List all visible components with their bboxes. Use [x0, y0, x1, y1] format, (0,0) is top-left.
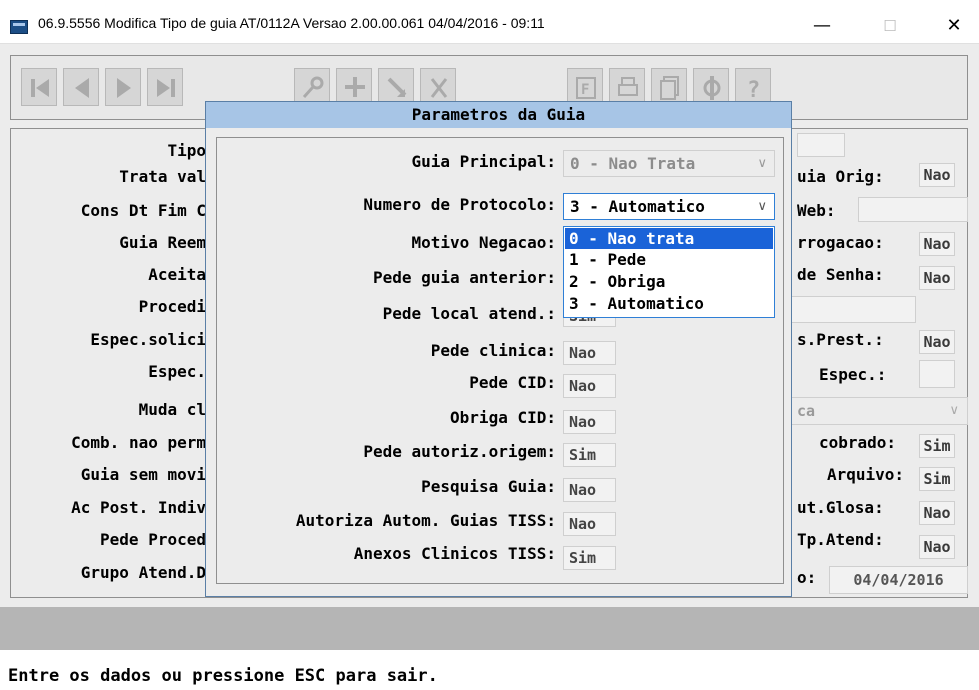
value-pede-autoriz-origem[interactable]: Sim	[563, 443, 616, 467]
value-obriga-cid[interactable]: Nao	[563, 410, 616, 434]
guia-principal-combo[interactable]: 0 - Nao Trata ∨	[563, 150, 775, 177]
label-obriga-cid: Obriga CID:	[450, 408, 556, 427]
bg-label-trata-val: Trata val	[119, 167, 206, 186]
bg-label-arquivo: Arquivo:	[827, 465, 905, 484]
label-numero-protocolo: Numero de Protocolo:	[363, 195, 556, 214]
dropdown-option-automatico[interactable]: 3 - Automatico	[565, 293, 773, 314]
dropdown-option-pede[interactable]: 1 - Pede	[565, 249, 773, 270]
bg-label-web: Web:	[797, 201, 836, 220]
bg-label-procedi: Procedi	[138, 297, 206, 316]
bg-field-web[interactable]	[858, 197, 968, 222]
label-autoriza-autom-guias-tiss: Autoriza Autom. Guias TISS:	[295, 511, 556, 530]
chevron-down-icon: ∨	[949, 403, 959, 418]
value-anexos-clinicos-tiss[interactable]: Sim	[563, 546, 616, 570]
bg-value-tp-atend[interactable]: Nao	[919, 535, 955, 559]
svg-text:F: F	[581, 82, 589, 98]
previous-record-icon[interactable]	[63, 68, 99, 106]
bg-label-pede-proced: Pede Proced	[100, 530, 206, 549]
chevron-down-icon: ∨	[757, 156, 767, 171]
next-record-icon[interactable]	[105, 68, 141, 106]
label-pede-clinica: Pede clinica:	[430, 341, 556, 360]
label-pede-guia-anterior: Pede guia anterior:	[372, 268, 556, 287]
message-band	[0, 607, 979, 650]
label-guia-principal: Guia Principal:	[411, 152, 557, 171]
status-message: Entre os dados ou pressione ESC para sai…	[8, 666, 438, 686]
dropdown-option-nao-trata[interactable]: 0 - Nao trata	[565, 228, 773, 249]
bg-label-cobrado: cobrado:	[819, 433, 897, 452]
bg-value-cobrado[interactable]: Sim	[919, 434, 955, 458]
bg-label-tipo: Tipo	[167, 141, 206, 160]
svg-text:?: ?	[747, 78, 760, 103]
bg-value-data[interactable]: 04/04/2016	[829, 566, 968, 594]
maximize-button[interactable]: ☐	[867, 8, 913, 44]
bg-label-aceita: Aceita	[148, 265, 206, 284]
bg-label-comb-nao-perm: Comb. nao perm	[71, 433, 206, 452]
close-button[interactable]: ✕	[931, 8, 977, 44]
bg-value-s-prest[interactable]: Nao	[919, 330, 955, 354]
label-motivo-negacao: Motivo Negacao:	[411, 233, 557, 252]
bg-label-espec-right: Espec.:	[819, 365, 887, 384]
bg-value-aut-glosa[interactable]: Nao	[919, 501, 955, 525]
label-anexos-clinicos-tiss: Anexos Clinicos TISS:	[353, 544, 556, 563]
bg-label-guia-sem-movi: Guia sem movi	[80, 465, 206, 484]
bg-label-tp-atend: Tp.Atend:	[797, 530, 884, 549]
bg-label-senha: de Senha:	[797, 265, 884, 284]
bg-value-arquivo[interactable]: Sim	[919, 467, 955, 491]
bg-label-espec: Espec.	[148, 362, 206, 381]
bg-label-guia-reem: Guia Reem	[119, 233, 206, 252]
bg-field-top-right[interactable]	[797, 133, 845, 157]
bg-label-espec-solici: Espec.solici	[90, 330, 206, 349]
value-pede-cid[interactable]: Nao	[563, 374, 616, 398]
bg-label-cons-dt-fim: Cons Dt Fim C	[80, 201, 206, 220]
window-title: 06.9.5556 Modifica Tipo de guia AT/0112A…	[38, 15, 545, 31]
minimize-button[interactable]: —	[799, 8, 845, 44]
numero-protocolo-combo[interactable]: 3 - Automatico ∨	[563, 193, 775, 220]
bg-label-muda-cl: Muda cl	[138, 400, 206, 419]
bg-value-prorrogacao[interactable]: Nao	[919, 232, 955, 256]
label-pede-local-atend: Pede local atend.:	[382, 304, 556, 323]
label-pede-cid: Pede CID:	[469, 373, 556, 392]
numero-protocolo-dropdown: 0 - Nao trata 1 - Pede 2 - Obriga 3 - Au…	[563, 226, 775, 318]
bg-value-espec-right[interactable]	[919, 360, 955, 388]
bg-label-aut-glosa: ut.Glosa:	[797, 498, 884, 517]
bg-combo-partial[interactable]: ca ∨	[776, 397, 968, 425]
bg-label-prorrogacao: rrogacao:	[797, 233, 884, 252]
chevron-down-icon: ∨	[757, 199, 767, 214]
guia-principal-value: 0 - Nao Trata	[570, 154, 696, 173]
bg-label-ac-post-indiv: Ac Post. Indiv	[71, 498, 206, 517]
bg-field-procedimento[interactable]	[776, 296, 916, 323]
label-pesquisa-guia: Pesquisa Guia:	[421, 477, 556, 496]
value-pesquisa-guia[interactable]: Nao	[563, 478, 616, 502]
dropdown-option-obriga[interactable]: 2 - Obriga	[565, 271, 773, 292]
label-pede-autoriz-origem: Pede autoriz.origem:	[363, 442, 556, 461]
bg-label-grupo-atend: Grupo Atend.D	[80, 563, 206, 582]
last-record-icon[interactable]	[147, 68, 183, 106]
bg-label-guia-orig: uia Orig:	[797, 167, 884, 186]
value-autoriza-autom-guias-tiss[interactable]: Nao	[563, 512, 616, 536]
numero-protocolo-value: 3 - Automatico	[570, 197, 705, 216]
value-pede-clinica[interactable]: Nao	[563, 341, 616, 365]
app-window-icon	[10, 20, 28, 34]
background-window-strip	[0, 0, 979, 8]
bg-value-senha[interactable]: Nao	[919, 266, 955, 290]
bg-value-guia-orig[interactable]: Nao	[919, 163, 955, 187]
dialog-title: Parametros da Guia	[206, 102, 791, 128]
bg-label-s-prest: s.Prest.:	[797, 330, 884, 349]
first-record-icon[interactable]	[21, 68, 57, 106]
bg-label-data: o:	[797, 568, 817, 587]
bg-combo-partial-text: ca	[797, 402, 816, 420]
